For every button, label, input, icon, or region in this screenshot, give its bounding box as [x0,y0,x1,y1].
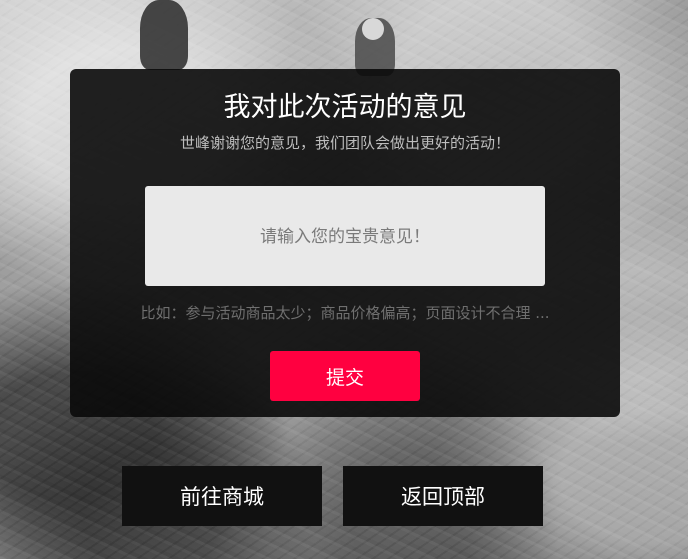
panel-title: 我对此次活动的意见 [223,92,467,123]
submit-button[interactable]: 提交 [270,351,420,401]
feedback-panel: 我对此次活动的意见 世峰谢谢您的意见，我们团队会做出更好的活动！ 比如：参与活动… [70,69,620,417]
go-to-mall-button[interactable]: 前往商城 [122,466,322,526]
panel-subtitle: 世峰谢谢您的意见，我们团队会做出更好的活动！ [179,134,510,152]
back-to-top-button[interactable]: 返回顶部 [343,466,543,526]
feedback-hint: 比如：参与活动商品太少；商品价格偏高；页面设计不合理 ... [140,304,550,322]
hiker-helmet [362,18,384,40]
hiker-figure [140,0,188,70]
feedback-input[interactable] [145,186,545,286]
